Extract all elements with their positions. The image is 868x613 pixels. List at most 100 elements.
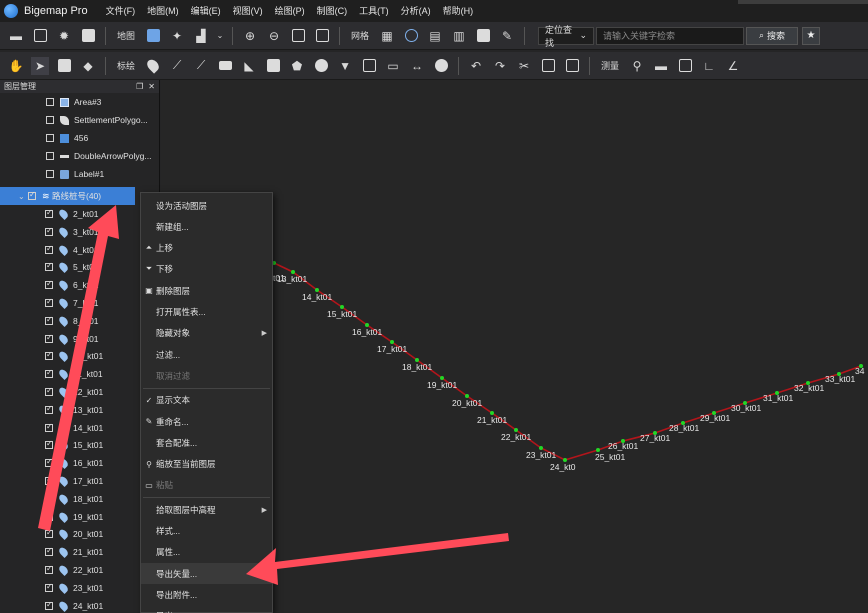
context-menu-item[interactable]: ⚲ 缩放至当前图层 xyxy=(141,454,272,475)
map-type-icon[interactable]: ✦ xyxy=(168,27,186,45)
window-controls[interactable] xyxy=(738,0,868,4)
context-menu-item[interactable]: ▣ 删除图层 xyxy=(141,280,272,301)
layout-icon[interactable] xyxy=(474,27,492,45)
context-menu-item[interactable]: ⏶ 上移 xyxy=(141,238,272,259)
copy-icon[interactable] xyxy=(539,57,557,75)
bearing-measure-icon[interactable]: ∠ xyxy=(724,57,742,75)
restore-panel-icon[interactable]: ❐ xyxy=(136,82,143,91)
screen-icon[interactable] xyxy=(79,27,97,45)
search-button[interactable]: ⌕ 搜索 xyxy=(746,26,799,45)
layer-child-item[interactable]: 23_kt01 xyxy=(0,579,158,597)
map-grid-icon[interactable]: ▤ xyxy=(426,27,444,45)
map-source-icon[interactable] xyxy=(144,27,162,45)
layer-checkbox[interactable] xyxy=(45,511,53,521)
layer-checkbox[interactable] xyxy=(45,208,53,218)
distance-measure-icon[interactable]: ▬ xyxy=(652,57,670,75)
grid-icon[interactable]: ▦ xyxy=(378,27,396,45)
layer-checkbox[interactable] xyxy=(45,261,53,272)
layer-child-item[interactable]: 20_kt01 xyxy=(0,525,158,543)
context-menu-item[interactable]: ✓ 显示文本 xyxy=(141,390,272,411)
layer-child-item[interactable]: 4_kt01 xyxy=(0,241,158,259)
terrain-icon[interactable]: ▟ xyxy=(192,27,210,45)
context-menu-item[interactable]: ⏷ 下移 xyxy=(141,259,272,280)
layer-checkbox[interactable] xyxy=(45,439,53,450)
layer-child-item[interactable]: 18_kt01 xyxy=(0,490,158,508)
search-mode-select[interactable]: 定位查找 ⌄ xyxy=(538,25,595,48)
layer-child-item[interactable]: 3_kt01 xyxy=(0,223,158,241)
context-menu-item[interactable]: 隐藏对象 ▶ xyxy=(141,323,272,344)
fit-extent-icon[interactable] xyxy=(289,27,307,45)
layer-child-item[interactable]: 13_kt01 xyxy=(0,401,158,419)
layer-checkbox[interactable] xyxy=(45,528,53,539)
circle-icon[interactable] xyxy=(312,57,330,75)
menu-item[interactable]: 编辑(E) xyxy=(185,0,227,22)
context-menu-item[interactable]: 套合配准... xyxy=(141,432,272,453)
settings-icon[interactable]: ✹ xyxy=(55,27,73,45)
layer-child-item[interactable]: 12_kt01 xyxy=(0,383,158,401)
layer-item[interactable]: 456 xyxy=(0,129,158,147)
paste-icon[interactable] xyxy=(563,57,581,75)
layer-child-item[interactable]: 2_kt01 xyxy=(0,205,158,223)
chevron-down-icon[interactable]: ⌄ xyxy=(216,27,224,45)
layer-checkbox[interactable] xyxy=(45,333,53,343)
layer-item[interactable]: DoubleArrowPolyg... xyxy=(0,147,158,165)
layer-item[interactable]: Area#3 xyxy=(0,93,158,111)
close-icon[interactable]: ✕ xyxy=(148,82,155,91)
context-menu-item[interactable]: 导出矢量... xyxy=(141,563,272,585)
layer-child-item[interactable]: 21_kt01 xyxy=(0,543,158,561)
location-measure-icon[interactable]: ⚲ xyxy=(628,57,646,75)
menu-item[interactable]: 视图(V) xyxy=(227,0,269,22)
layer-checkbox[interactable] xyxy=(45,368,53,379)
context-menu-item[interactable]: 属性... xyxy=(141,542,272,563)
full-extent-icon[interactable] xyxy=(313,27,331,45)
layer-item[interactable]: SettlementPolygo... xyxy=(0,111,158,129)
layer-checkbox[interactable] xyxy=(45,350,53,361)
curve-line-icon[interactable]: ⟋ xyxy=(192,57,210,75)
context-menu-item[interactable]: 设为活动图层 xyxy=(141,195,272,216)
square-icon[interactable] xyxy=(264,57,282,75)
menu-item[interactable]: 工具(T) xyxy=(353,0,395,22)
layer-checkbox[interactable] xyxy=(46,134,54,142)
layer-checkbox[interactable] xyxy=(46,116,54,124)
angle-measure-icon[interactable]: ∟ xyxy=(700,57,718,75)
brush-icon[interactable]: ✎ xyxy=(498,27,516,45)
zoom-in-icon[interactable]: ⊕ xyxy=(241,27,259,45)
double-arrow-icon[interactable]: ↔ xyxy=(408,57,426,75)
layer-checkbox[interactable] xyxy=(45,297,53,307)
layer-child-item[interactable]: 19_kt01 xyxy=(0,508,158,526)
pointer-icon[interactable]: ➤ xyxy=(31,56,49,75)
layer-checkbox[interactable] xyxy=(45,546,53,557)
point-marker-icon[interactable] xyxy=(144,57,162,75)
zoom-out-icon[interactable]: ⊖ xyxy=(265,27,283,45)
layer-child-item[interactable]: 11_kt01 xyxy=(0,365,158,383)
menu-item[interactable]: 帮助(H) xyxy=(437,0,480,22)
layer-checkbox[interactable] xyxy=(45,600,53,610)
open-folder-icon[interactable]: ▬ xyxy=(7,27,25,45)
layer-checkbox[interactable] xyxy=(45,226,53,236)
layer-checkbox[interactable] xyxy=(45,422,53,432)
context-menu-item[interactable]: 过滤... xyxy=(141,344,272,365)
layer-checkbox[interactable] xyxy=(28,190,36,200)
rectangle-icon[interactable] xyxy=(216,57,234,75)
expand-arrow-icon[interactable]: ⌄ xyxy=(18,192,28,201)
layer-child-item[interactable]: 9_kt01 xyxy=(0,330,158,348)
context-menu-item[interactable]: 拾取图层中高程 ▶ xyxy=(141,499,272,520)
layer-child-item[interactable]: 15_kt01 xyxy=(0,436,158,454)
layer-checkbox[interactable] xyxy=(45,315,53,325)
layer-child-item[interactable]: 10_kt01 xyxy=(0,347,158,365)
layer-child-item[interactable]: 14_kt01 xyxy=(0,419,158,437)
layer-checkbox[interactable] xyxy=(45,475,53,485)
undo-icon[interactable]: ↶ xyxy=(467,57,485,75)
label-text-icon[interactable] xyxy=(360,57,378,75)
layer-checkbox[interactable] xyxy=(46,170,54,178)
layer-checkbox[interactable] xyxy=(46,152,54,160)
save-icon[interactable] xyxy=(31,27,49,45)
menu-item[interactable]: 文件(F) xyxy=(100,0,142,22)
image-icon[interactable] xyxy=(55,57,73,75)
context-menu-item[interactable]: 样式... xyxy=(141,521,272,542)
layer-child-item[interactable]: 6_kt01 xyxy=(0,276,158,294)
callout-icon[interactable]: ▭ xyxy=(384,57,402,75)
area-measure-icon[interactable] xyxy=(676,57,694,75)
menu-item[interactable]: 制图(C) xyxy=(311,0,354,22)
redo-icon[interactable]: ↷ xyxy=(491,57,509,75)
